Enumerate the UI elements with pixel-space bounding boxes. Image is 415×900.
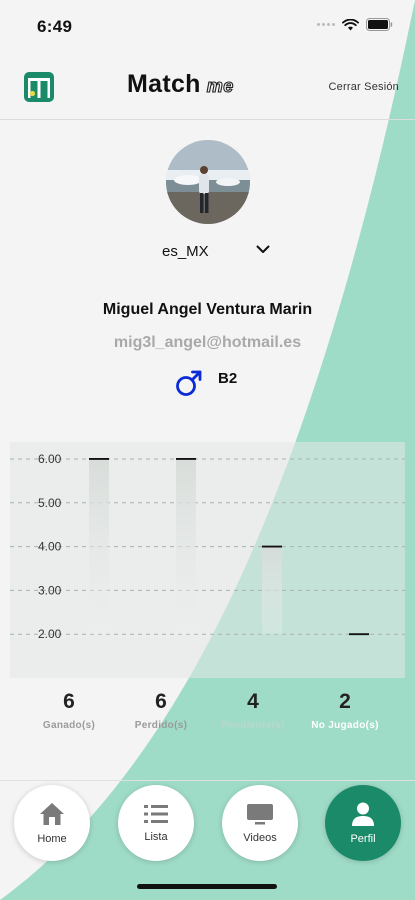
tab-profile[interactable]: Perfil	[325, 785, 401, 861]
stat-value: 6	[63, 690, 75, 713]
tab-label: Videos	[243, 832, 277, 844]
user-icon	[352, 802, 374, 826]
video-icon	[247, 804, 273, 825]
male-symbol-icon	[176, 370, 202, 396]
level-badge: B2	[218, 370, 238, 387]
tab-label: Perfil	[350, 833, 376, 845]
app-logo-icon[interactable]	[24, 72, 54, 102]
status-icons	[317, 18, 393, 31]
wifi-icon	[342, 18, 359, 30]
stat-label: Ganado(s)	[42, 720, 96, 731]
stats-row: 6 Ganado(s) 6 Perdido(s) 4 Pendiente(s) …	[0, 690, 415, 740]
list-icon	[144, 805, 168, 823]
brand-main-text: Match	[127, 70, 201, 98]
tab-label: Lista	[144, 831, 168, 843]
stat-not-played: 2 No Jugado(s)	[300, 690, 390, 731]
y-tick-label: 5.00	[38, 496, 62, 510]
avatar[interactable]	[166, 140, 250, 224]
signal-dots-icon	[317, 23, 335, 26]
chevron-down-icon	[256, 245, 270, 253]
stat-won: 6 Ganado(s)	[24, 690, 114, 731]
status-bar: 6:49	[0, 0, 415, 54]
locale-value: es_MX	[162, 243, 209, 260]
results-bar-chart: 2.00 3.00 4.00 5.00 6.00	[10, 442, 405, 678]
brand-sub-text: me	[206, 75, 234, 96]
stat-label: Pendiente(s)	[221, 720, 285, 731]
tab-videos[interactable]: Videos	[222, 785, 298, 861]
stat-value: 6	[155, 690, 167, 713]
status-time: 6:49	[37, 17, 73, 36]
stat-label: No Jugado(s)	[311, 720, 379, 731]
y-tick-label: 2.00	[38, 627, 62, 641]
y-tick-label: 3.00	[38, 583, 62, 597]
profile-email: mig3l_angel@hotmail.es	[113, 334, 302, 351]
chart-bar	[89, 458, 109, 635]
home-icon	[40, 803, 64, 825]
chart-background	[10, 442, 405, 678]
stat-value: 2	[339, 690, 351, 713]
stat-value: 4	[247, 690, 259, 713]
y-tick-label: 4.00	[38, 540, 62, 554]
battery-icon	[366, 18, 393, 31]
locale-dropdown[interactable]: es_MX	[160, 240, 272, 264]
chart-bar	[262, 546, 282, 635]
gender-level-row: B2	[174, 368, 237, 400]
tab-home[interactable]: Home	[14, 785, 90, 861]
brand-logo: Match me	[127, 70, 234, 99]
app-header: Match me Cerrar Sesión	[0, 54, 415, 120]
home-indicator	[137, 884, 277, 889]
chart-bar	[176, 458, 196, 635]
tab-list[interactable]: Lista	[118, 785, 194, 861]
stat-pending: 4 Pendiente(s)	[208, 690, 298, 731]
y-tick-label: 6.00	[38, 452, 62, 466]
stat-lost: 6 Perdido(s)	[116, 690, 206, 731]
stat-label: Perdido(s)	[134, 720, 188, 731]
logout-button[interactable]: Cerrar Sesión	[329, 81, 399, 93]
bottom-tab-bar: Home Lista Videos Perfil	[0, 780, 415, 870]
tab-label: Home	[37, 833, 67, 845]
profile-name: Miguel Angel Ventura Marin	[102, 301, 313, 318]
